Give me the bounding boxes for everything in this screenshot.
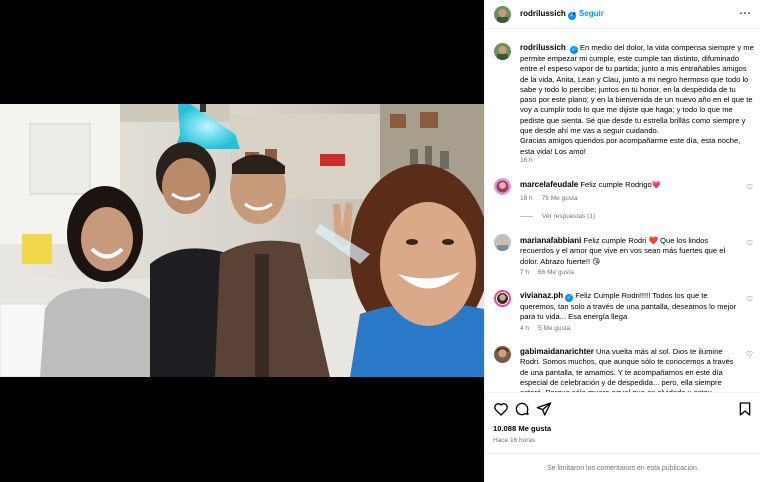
avatar[interactable] xyxy=(494,346,511,363)
comment-emoji-2: 😘 xyxy=(592,256,601,266)
comment: vivianaz.ph ✓ Feliz Cumple Rodri!!!!! Tod… xyxy=(520,291,742,323)
caption-text-2: Gracias amigos queridos por acompañarme … xyxy=(520,136,741,156)
comment-username[interactable]: marianafabbiani xyxy=(520,236,581,245)
likes-count[interactable]: 10.088 Me gusta xyxy=(493,424,551,433)
comment-heart-icon[interactable]: ♡ xyxy=(746,239,753,248)
avatar[interactable] xyxy=(494,290,511,307)
replies-line: —— xyxy=(520,213,533,220)
caption-time: 16 h xyxy=(520,157,533,164)
post-author[interactable]: rodrilussich ✓ xyxy=(520,9,576,20)
comment-likes[interactable]: 5 Me gusta xyxy=(538,325,570,332)
heart-icon[interactable] xyxy=(493,401,509,417)
comments-limited-notice: Se limitaron los comentarios en esta pub… xyxy=(485,453,760,482)
comment-meta: 16 h 75 Me gusta xyxy=(520,195,595,202)
comment-heart-icon[interactable]: ♡ xyxy=(746,183,753,192)
post-media xyxy=(0,0,484,482)
comment-time: 16 h xyxy=(520,195,533,202)
post-header: rodrilussich ✓ • Seguir ⋯ xyxy=(485,0,760,29)
comment: marcelafeudale Feliz cumple Rodrigo💗 xyxy=(520,180,742,190)
comment-meta: 4 h 5 Me gusta xyxy=(520,325,579,332)
avatar[interactable] xyxy=(494,6,511,23)
comment: marianafabbiani Feliz cumple Rodri ❤️ Qu… xyxy=(520,236,742,267)
comments-scroll-area[interactable]: rodrilussich ✓ En medio del dolor, la vid… xyxy=(485,30,760,392)
comment-likes[interactable]: 75 Me gusta xyxy=(542,195,578,202)
comment-meta: 7 h 66 Me gusta xyxy=(520,269,583,276)
comment-emoji: ❤️ xyxy=(648,236,658,245)
bookmark-icon[interactable] xyxy=(737,401,753,417)
follow-button[interactable]: Seguir xyxy=(579,9,604,18)
post-sidebar: rodrilussich ✓ • Seguir ⋯ rodrilussich ✓ E… xyxy=(484,0,760,482)
comment-username[interactable]: vivianaz.ph xyxy=(520,291,563,300)
avatar[interactable] xyxy=(494,234,511,251)
avatar[interactable] xyxy=(494,43,511,60)
view-replies[interactable]: —— Ver respuestas (1) xyxy=(520,213,604,220)
caption-meta: 16 h xyxy=(520,157,542,164)
comment-text: Feliz cumple Rodri xyxy=(583,236,647,245)
comment-time: 4 h xyxy=(520,325,530,332)
comment-username[interactable]: marcelafeudale xyxy=(520,180,578,189)
separator: • xyxy=(573,9,576,18)
verified-badge-icon: ✓ xyxy=(565,294,574,302)
photo-illustration xyxy=(0,104,484,377)
view-replies-label[interactable]: Ver respuestas (1) xyxy=(542,213,595,220)
verified-badge-icon: ✓ xyxy=(569,46,578,54)
username[interactable]: rodrilussich xyxy=(520,9,566,18)
comment-likes[interactable]: 66 Me gusta xyxy=(538,269,574,276)
comment-icon[interactable] xyxy=(514,401,530,417)
avatar[interactable] xyxy=(494,178,511,195)
comment-username[interactable]: gabimaidanarichter xyxy=(520,347,594,356)
post-actions: 10.088 Me gusta Hace 16 horas Se limitar… xyxy=(485,392,760,482)
comment-time: 7 h xyxy=(520,269,530,276)
post-caption: rodrilussich ✓ En medio del dolor, la vid… xyxy=(520,43,754,157)
comment-text: Feliz cumple Rodrigo xyxy=(580,180,652,189)
caption-text: En medio del dolor, la vida compensa sie… xyxy=(520,43,754,136)
comment-emoji: 💗 xyxy=(651,180,662,189)
comment: gabimaidanarichter Una vuelta más al sol… xyxy=(520,347,742,392)
more-horizontal-icon[interactable]: ⋯ xyxy=(739,6,751,20)
comment-heart-icon[interactable]: ♡ xyxy=(746,350,753,359)
caption-username[interactable]: rodrilussich xyxy=(520,43,566,52)
share-icon[interactable] xyxy=(536,401,552,417)
comment-heart-icon[interactable]: ♡ xyxy=(746,295,753,304)
post-photo xyxy=(0,104,484,377)
post-time[interactable]: Hace 16 horas xyxy=(493,437,535,444)
